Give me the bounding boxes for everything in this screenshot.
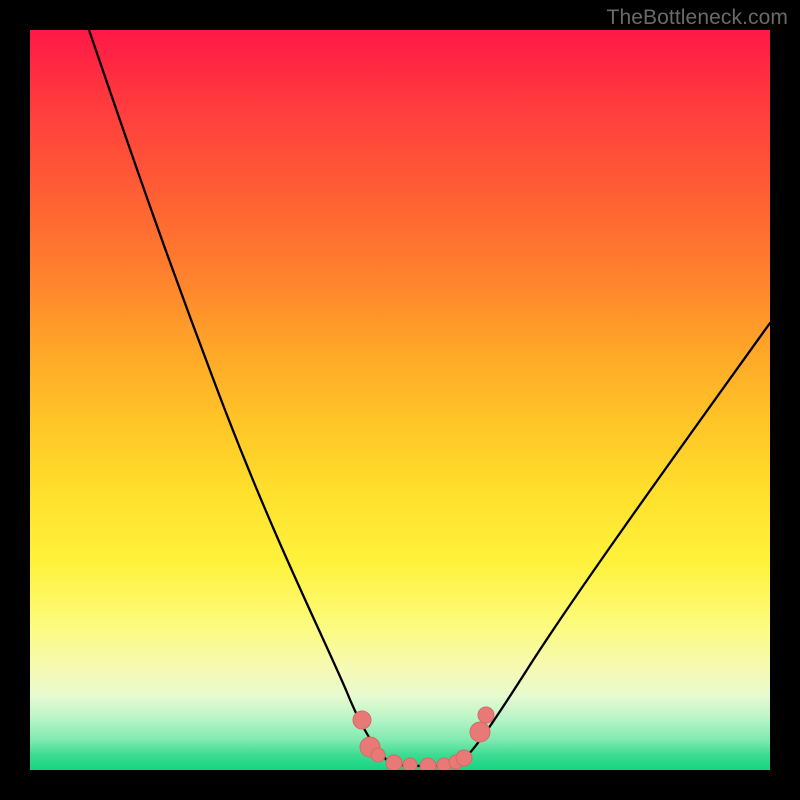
marker-point	[353, 711, 371, 729]
curve-svg	[30, 30, 770, 770]
curve-lines	[89, 30, 770, 766]
left-branch-path	[89, 30, 390, 763]
marker-point	[470, 722, 490, 742]
watermark-text: TheBottleneck.com	[607, 6, 788, 30]
marker-point	[456, 750, 472, 766]
marker-point	[403, 758, 417, 770]
marker-point	[478, 707, 494, 723]
marker-point	[386, 755, 402, 770]
valley-markers	[353, 707, 494, 770]
plot-area	[30, 30, 770, 770]
chart-frame: TheBottleneck.com	[0, 0, 800, 800]
marker-point	[371, 748, 385, 762]
right-branch-path	[460, 323, 770, 763]
marker-point	[420, 758, 436, 770]
